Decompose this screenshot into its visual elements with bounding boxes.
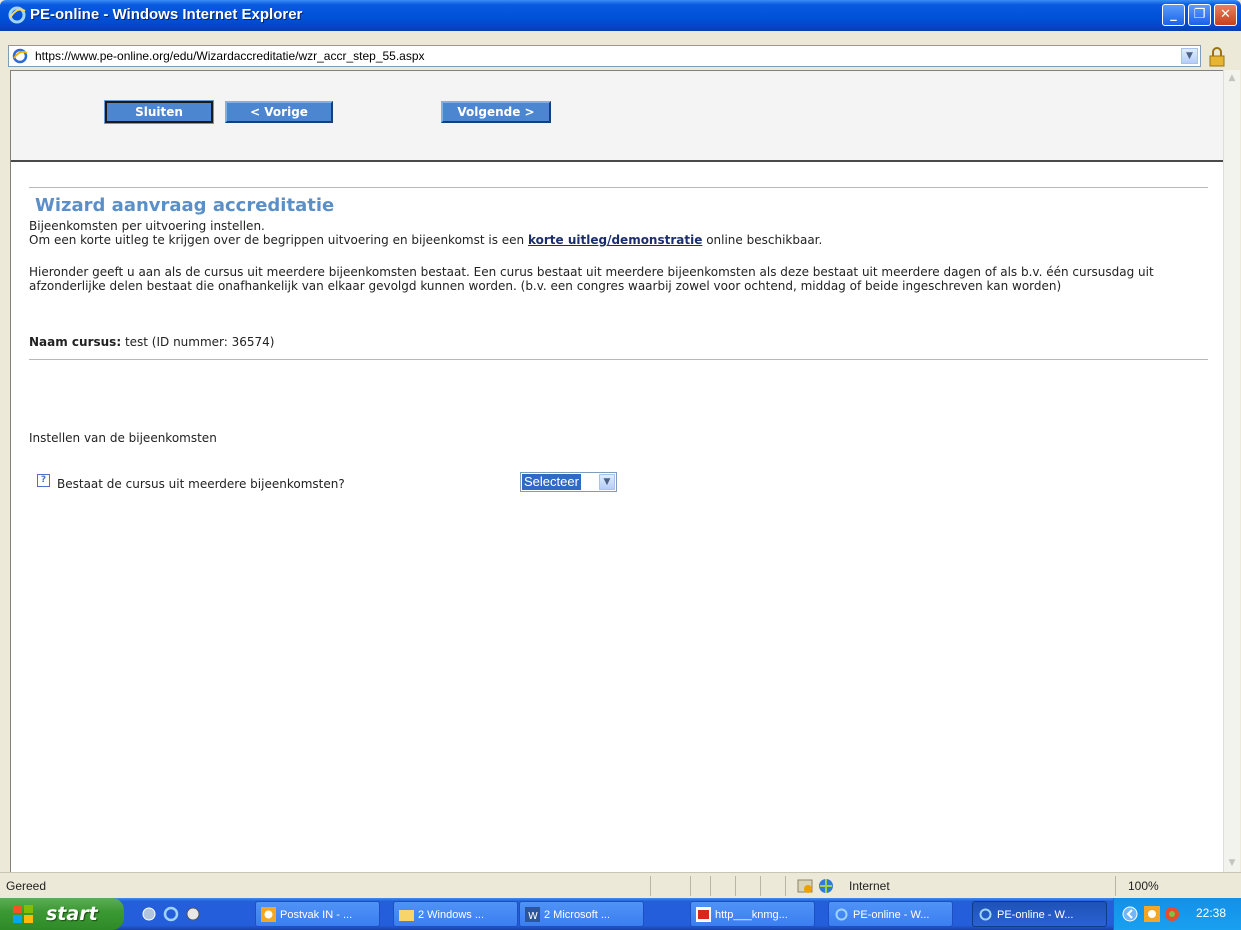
wizard-toolbar: Sluiten < Vorige Volgende > [11,71,1223,162]
clock: 22:38 [1196,906,1227,920]
task-microsoft-word[interactable]: W 2 Microsoft ... [519,901,644,927]
task-label: PE-online - W... [853,909,930,921]
status-bar: Gereed Internet 100% [0,872,1241,898]
zone-label: Internet [849,879,890,893]
vertical-scrollbar[interactable]: ▲ ▼ [1223,70,1240,872]
task-pe-online-2[interactable]: PE-online - W... [972,901,1107,927]
pdf-icon [696,907,711,922]
course-value: test (ID nummer: 36574) [121,335,275,349]
status-separator [650,876,651,896]
intro-text: Om een korte uitleg te krijgen over de b… [29,233,822,247]
scroll-down-button[interactable]: ▼ [1224,855,1240,872]
next-button[interactable]: Volgende > [441,101,551,123]
task-label: 2 Microsoft ... [544,909,611,921]
page-title: Wizard aanvraag accreditatie [35,195,335,216]
section-heading: Instellen van de bijeenkomsten [29,431,217,445]
page-subtitle: Bijeenkomsten per uitvoering instellen. [29,219,265,233]
address-bar: https://www.pe-online.org/edu/Wizardaccr… [0,31,1241,70]
zoom-level[interactable]: 100% [1128,879,1159,893]
task-outlook[interactable]: Postvak IN - ... [255,901,380,927]
lock-icon[interactable] [1206,46,1228,68]
task-label: 2 Windows ... [418,909,485,921]
ie-quicklaunch-icon[interactable] [163,906,179,922]
task-pe-online-1[interactable]: PE-online - W... [828,901,953,927]
task-label: PE-online - W... [997,909,1074,921]
previous-button[interactable]: < Vorige [225,101,333,123]
multiple-sessions-select[interactable]: Selecteer ▼ [520,472,617,492]
address-url: https://www.pe-online.org/edu/Wizardaccr… [35,49,425,63]
outlook-icon [261,907,276,922]
help-icon[interactable]: ? [37,474,50,487]
system-tray: 22:38 [1113,898,1241,930]
security-tray-icon[interactable] [1164,906,1180,922]
select-value: Selecteer [522,474,581,490]
minimize-button[interactable]: _ [1162,4,1185,26]
svg-text:W: W [528,911,538,922]
address-dropdown-button[interactable]: ▼ [1181,48,1198,64]
page-icon [12,48,28,64]
task-pdf[interactable]: http___knmg... [690,901,815,927]
maximize-button[interactable]: ❐ [1188,4,1211,26]
task-windows-explorer[interactable]: 2 Windows ... [393,901,518,927]
window-title: PE-online - Windows Internet Explorer [30,6,303,23]
demo-link[interactable]: korte uitleg/demonstratie [528,233,702,247]
close-button[interactable]: Sluiten [104,100,214,124]
page-content: Sluiten < Vorige Volgende > Wizard aanvr… [10,70,1223,872]
taskbar: start Postvak IN - ... 2 Windows ... W 2… [0,898,1241,930]
tray-expand-icon[interactable] [1122,906,1138,922]
status-separator [760,876,761,896]
status-separator [710,876,711,896]
address-input[interactable]: https://www.pe-online.org/edu/Wizardaccr… [8,45,1201,67]
question-label: Bestaat de cursus uit meerdere bijeenkom… [57,477,345,491]
desktop-quicklaunch-icon[interactable] [141,906,157,922]
ie-icon [979,908,992,921]
outlook-tray-icon[interactable] [1144,906,1160,922]
course-label: Naam cursus: [29,335,122,349]
scroll-up-button[interactable]: ▲ [1224,70,1240,87]
start-button[interactable]: start [0,898,124,930]
task-label: http___knmg... [715,909,788,921]
media-quicklaunch-icon[interactable] [185,906,201,922]
description-text: Hieronder geeft u aan als de cursus uit … [29,265,1154,293]
intro-text-after: online beschikbaar. [702,233,823,247]
start-label: start [46,903,98,925]
ie-icon [8,6,26,24]
intro-text-before: Om een korte uitleg te krijgen over de b… [29,233,528,247]
status-separator [785,876,786,896]
course-info: Naam cursus: test (ID nummer: 36574) [29,335,274,349]
status-separator [690,876,691,896]
windows-logo-icon [13,905,33,923]
word-icon: W [525,907,540,922]
ie-icon [835,908,848,921]
close-window-button[interactable]: ✕ [1214,4,1237,26]
chevron-down-icon[interactable]: ▼ [599,474,615,490]
task-label: Postvak IN - ... [280,909,353,921]
internet-zone-icon[interactable] [796,877,836,895]
divider [29,187,1208,188]
window-title-bar[interactable]: PE-online - Windows Internet Explorer _ … [0,0,1241,31]
status-separator [735,876,736,896]
folder-icon [399,910,414,921]
status-separator [1115,876,1116,896]
status-text: Gereed [6,879,47,893]
divider [29,359,1208,360]
